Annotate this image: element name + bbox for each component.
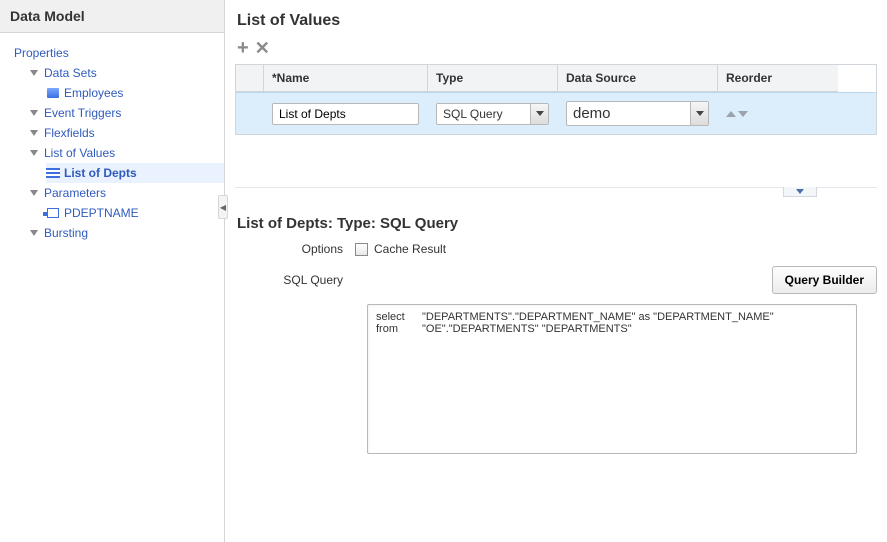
page-title: List of Values xyxy=(235,0,877,36)
td-reorder xyxy=(718,93,838,134)
cache-result-checkbox[interactable] xyxy=(355,243,368,256)
tree-item-properties[interactable]: Properties xyxy=(14,43,224,63)
table-header: *Name Type Data Source Reorder xyxy=(236,65,876,92)
collapse-detail-handle[interactable] xyxy=(783,187,817,197)
tree-item-data-sets[interactable]: Data Sets xyxy=(30,63,224,83)
caret-down-icon[interactable] xyxy=(30,190,38,196)
td-name xyxy=(264,93,428,134)
caret-down-icon[interactable] xyxy=(30,70,38,76)
td-spacer xyxy=(236,93,264,134)
sql-select-body: "DEPARTMENTS"."DEPARTMENT_NAME" as "DEPA… xyxy=(422,311,774,323)
reorder-up-icon[interactable] xyxy=(726,111,736,117)
query-builder-button[interactable]: Query Builder xyxy=(772,266,877,294)
toolbar: + ✕ xyxy=(235,36,877,64)
td-data-source: demo xyxy=(558,93,718,134)
tree-item-parameters[interactable]: Parameters xyxy=(30,183,224,203)
th-type: Type xyxy=(428,65,558,92)
list-of-depts-link[interactable]: List of Depts xyxy=(64,166,137,180)
th-reorder: Reorder xyxy=(718,65,838,92)
event-triggers-link[interactable]: Event Triggers xyxy=(44,106,121,120)
data-source-select[interactable]: demo xyxy=(566,101,709,126)
caret-down-icon[interactable] xyxy=(30,130,38,136)
list-of-values-link[interactable]: List of Values xyxy=(44,146,115,160)
tree-item-employees[interactable]: Employees xyxy=(46,83,224,103)
th-name: *Name xyxy=(264,65,428,92)
sidebar-title: Data Model xyxy=(0,0,224,33)
sidebar: Data Model Properties Data Sets Employee… xyxy=(0,0,225,542)
reorder-down-icon[interactable] xyxy=(738,111,748,117)
pdeptname-link[interactable]: PDEPTNAME xyxy=(64,206,139,220)
list-icon xyxy=(46,168,60,178)
table-row[interactable]: SQL Query demo xyxy=(236,92,876,134)
bursting-link[interactable]: Bursting xyxy=(44,226,88,240)
th-data-source: Data Source xyxy=(558,65,718,92)
dataset-icon xyxy=(46,88,60,98)
tree-item-pdeptname[interactable]: PDEPTNAME xyxy=(46,203,224,223)
lov-table: *Name Type Data Source Reorder SQL Query xyxy=(235,64,877,135)
tree-item-bursting[interactable]: Bursting xyxy=(30,223,224,243)
options-label: Options xyxy=(235,242,355,256)
th-blank xyxy=(236,65,264,92)
tree: Properties Data Sets Employees Event Tri… xyxy=(0,33,224,243)
collapse-sidebar-handle[interactable] xyxy=(218,195,228,219)
parameters-link[interactable]: Parameters xyxy=(44,186,106,200)
sql-kw-from: from xyxy=(376,323,422,335)
reorder-controls[interactable] xyxy=(726,111,748,117)
options-row: Options Cache Result xyxy=(235,242,877,256)
type-select-value: SQL Query xyxy=(437,104,530,124)
detail-title: List of Depts: Type: SQL Query xyxy=(235,197,877,242)
caret-down-icon[interactable] xyxy=(30,150,38,156)
employees-link[interactable]: Employees xyxy=(64,86,123,100)
caret-down-icon[interactable] xyxy=(30,230,38,236)
delete-icon[interactable]: ✕ xyxy=(255,39,270,57)
tree-item-list-of-values[interactable]: List of Values xyxy=(30,143,224,163)
tree-item-event-triggers[interactable]: Event Triggers xyxy=(30,103,224,123)
properties-link[interactable]: Properties xyxy=(14,46,69,60)
cache-result-label: Cache Result xyxy=(374,242,446,256)
sql-from-body: "OE"."DEPARTMENTS" "DEPARTMENTS" xyxy=(422,323,632,335)
name-input[interactable] xyxy=(272,103,419,125)
main-panel: List of Values + ✕ *Name Type Data Sourc… xyxy=(225,0,887,542)
dropdown-icon[interactable] xyxy=(690,102,708,125)
flexfields-link[interactable]: Flexfields xyxy=(44,126,95,140)
td-type: SQL Query xyxy=(428,93,558,134)
data-source-select-value: demo xyxy=(567,102,690,125)
sql-query-row: SQL Query Query Builder xyxy=(235,266,877,294)
sql-query-label: SQL Query xyxy=(235,273,355,287)
type-select[interactable]: SQL Query xyxy=(436,103,549,125)
tree-item-list-of-depts[interactable]: List of Depts xyxy=(46,163,224,183)
data-sets-link[interactable]: Data Sets xyxy=(44,66,97,80)
sql-kw-select: select xyxy=(376,311,422,323)
sql-query-textarea[interactable]: select"DEPARTMENTS"."DEPARTMENT_NAME" as… xyxy=(367,304,857,454)
add-icon[interactable]: + xyxy=(237,38,249,58)
parameter-icon xyxy=(46,208,60,218)
tree-item-flexfields[interactable]: Flexfields xyxy=(30,123,224,143)
dropdown-icon[interactable] xyxy=(530,104,548,124)
pane-splitter xyxy=(235,187,877,197)
caret-down-icon[interactable] xyxy=(30,110,38,116)
